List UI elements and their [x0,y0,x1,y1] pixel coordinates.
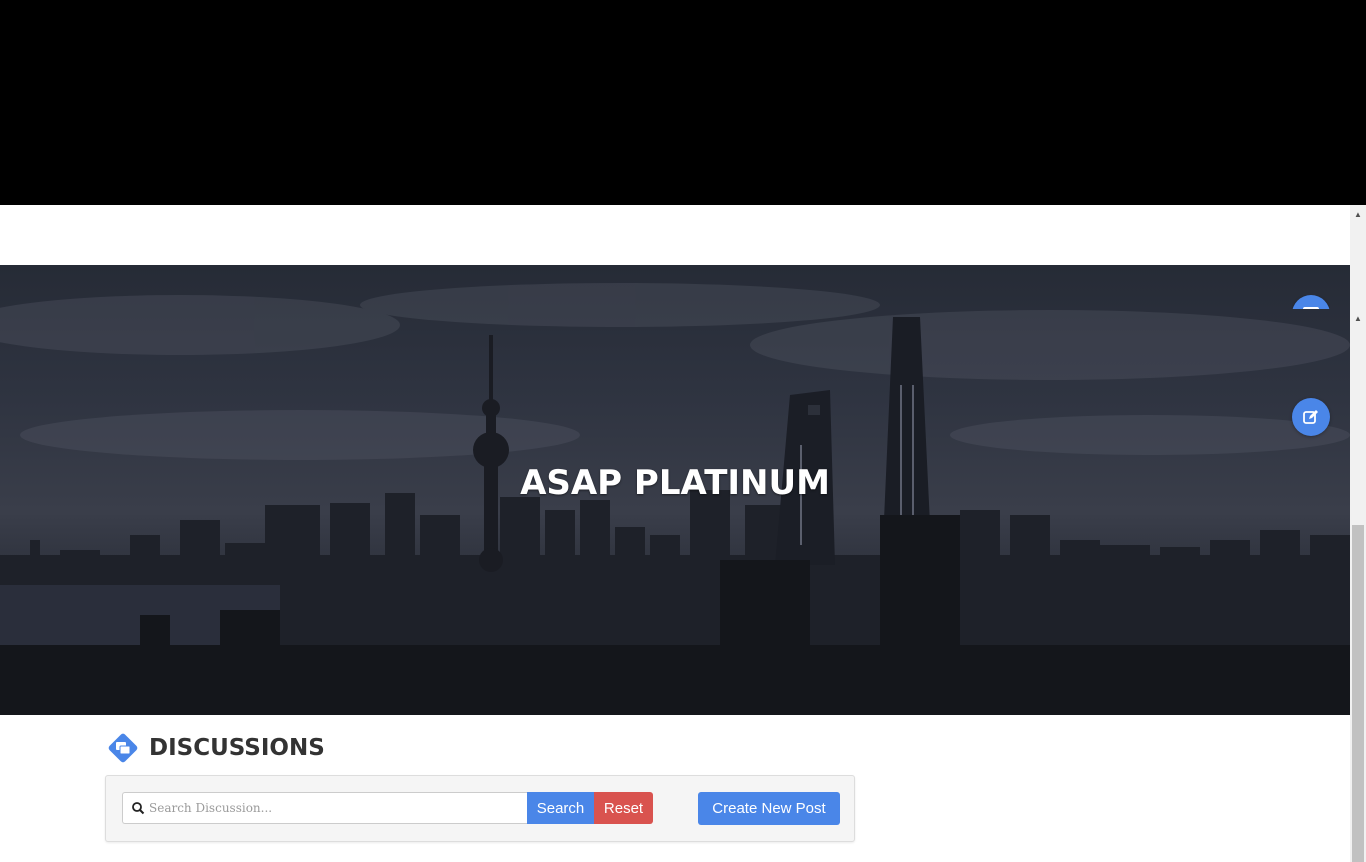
discussion-search-panel: Search Reset Create New Post [105,775,855,842]
discussion-icon [106,731,140,765]
scroll-up-arrow-icon[interactable]: ▲ [1350,208,1366,220]
scroll-marker-icon: ▲ [1354,313,1362,323]
page-scrollbar[interactable]: ▲ [1350,205,1366,862]
calendar-icon [1303,307,1319,309]
edit-icon [1303,410,1318,424]
header-spacer [0,205,1350,265]
reset-button[interactable]: Reset [594,792,653,824]
create-new-post-button[interactable]: Create New Post [698,792,840,825]
search-box [122,792,528,824]
floating-top-button-clip [1292,295,1330,309]
floating-calendar-button[interactable] [1292,295,1330,309]
floating-edit-button[interactable] [1292,398,1330,436]
search-input[interactable] [149,793,525,823]
discussions-header: DISCUSSIONS [106,731,325,765]
search-button[interactable]: Search [527,792,594,824]
search-icon [132,802,145,815]
hero-banner: ASAP PLATINUM [0,265,1350,715]
hero-title: ASAP PLATINUM [520,463,830,503]
top-black-band [0,0,1366,205]
scrollbar-thumb[interactable] [1352,525,1364,862]
discussions-title: DISCUSSIONS [149,735,325,761]
